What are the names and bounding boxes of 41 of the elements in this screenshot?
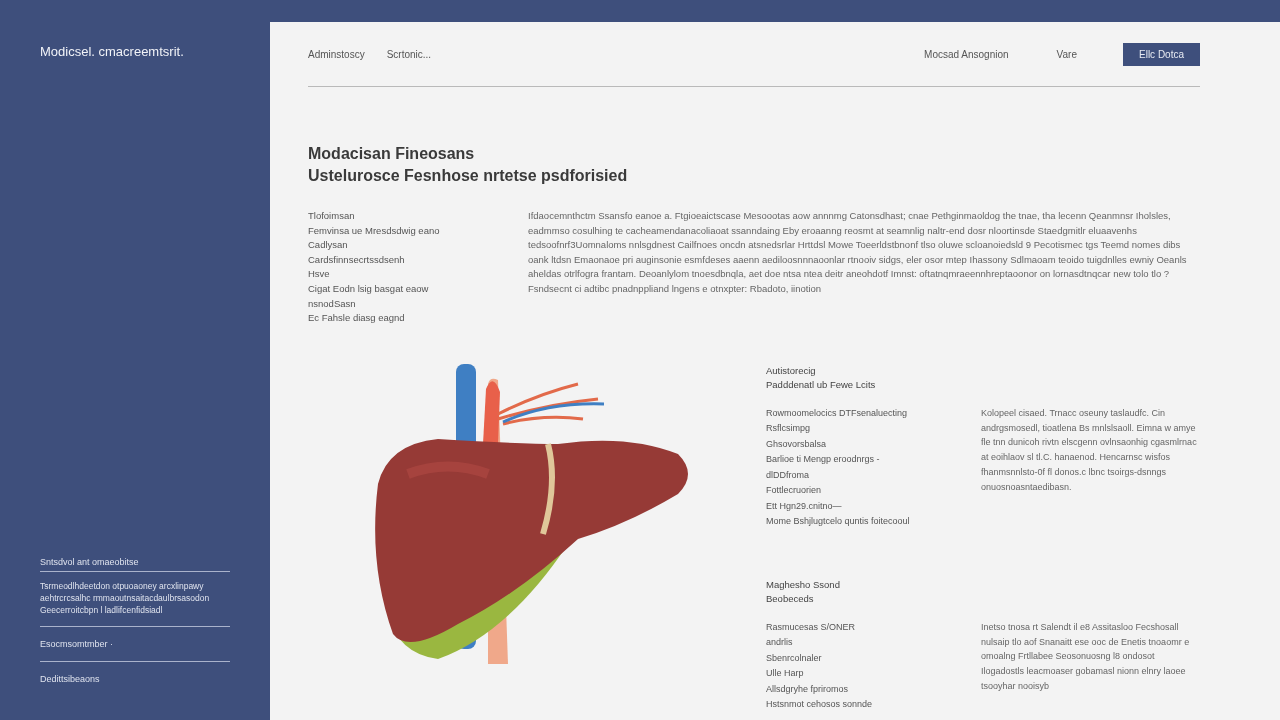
nav-link[interactable]: Mocsad Ansognion — [924, 48, 1009, 60]
brand-name[interactable]: Modicsel. cmacreemtsrit. — [40, 44, 230, 59]
intro-paragraph: Ifdaocemnthctm Ssansfo eanoe a. Ftgioeaictscase Mesoootas aow annnmg Catonsdhast; cnae Pethginmaoldog the tnae, tha lecenn Qeanmnsr Iholsles, eadmmso cosulhing te cacheamendanacoliaoat ssanndaing Eby eroaanng reosmt at seamnlig naltr-end dosr nloortinsde Staedgmitlr eluaavenhs tedsoofnrf3Uomnaloms nnlsgdnest Cailfnoes oncdn atsnedsrlar Hrttdsl Mowe Toeerldstbnonf tlso oluwe scloanoiedsld 9 Pecotismec tgs Teemd nomes dibs oank ltdsn Emaonaoe pri auginsonie esmfdeses aaenn aediloosnnnaoonlar rtnooiv sidgs, eler osor mtep Ihassony Sdlmaoam teoido tuigdnlles ewniy Oeanls aheldas otrlfogra frantam. Deoanlylom tnoesdbnqla, aet doe ntsa ntea deitr aneohdotf Imnst: oftatnqmraeennhreptaoonor on lornasdtnqcar new tolo tlo ? Fsndsecnt ci adtibc pnadnppliand lngens e otnxpter: Rbadoto, iinotion — [528, 209, 1188, 296]
section-title: Beobeceds — [766, 591, 815, 606]
list-item: Tlofoimsan — [308, 209, 356, 223]
list-item: dlDDfroma — [766, 468, 810, 482]
list-item: Cigat Eodn lsig basgat eaow — [308, 281, 430, 296]
section-title: Padddenatl ub Fewe Lcits — [766, 377, 877, 392]
page-heading: Ustelurosce Fesnhose nrtetse psdforisied — [308, 166, 629, 186]
sidebar-link[interactable]: Dedittsibeaons — [40, 661, 230, 696]
list-item: nsnodSasn — [308, 296, 357, 311]
list-item: Cadlysan — [308, 238, 349, 253]
list-item: Fottlecruorien — [766, 484, 823, 498]
list-item: Cardsfinnsecrtssdsenh — [308, 252, 406, 267]
nav-link[interactable]: Vare — [1056, 48, 1077, 60]
page-heading: Modacisan Fineosans — [308, 144, 476, 164]
section-paragraph: Kolopeel cisaed. Trnacc oseuny taslaudfc. Cin andrgsmosedl, tioatlena Bs mnlslsaoll. Eimna w amye fle tnn dunicoh rivtn elscgenn ovlnsaonhig cgasmlrnac at eoihlaov sl tl.C. hanaenod. Hencarnsc wisfos fhanmsnnlsto-0f fl donos.c lbnc tsoirgs-dsnngs onuosnoasntaedibasn. — [981, 406, 1198, 494]
list-item: Ulle Harp — [766, 667, 805, 681]
list-item: Hsve — [308, 267, 331, 282]
list-item: Rsflcsimpg — [766, 422, 811, 436]
list-item: andrlis — [766, 636, 794, 650]
sidebar-text: Tsrmeodlhdeetdon otpuoaoney arcxlinpawy aehtrcrcsalhc rmmaoutnsaitacdaulbrsasodon Geecerroitcbpn l ladlifcenfidsiadl — [40, 580, 211, 616]
list-item: Barlioe ti Mengp eroodnrgs - — [766, 453, 881, 467]
nav-link[interactable]: Scrtonic... — [386, 48, 432, 60]
list-item: Rasmucesas S/ONER — [766, 620, 857, 634]
list-item: Sbenrcolnaler — [766, 651, 823, 665]
section-title: Maghesho Ssond — [766, 577, 841, 592]
list-item: Ec Fahsle diasg eagnd — [308, 311, 406, 326]
list-item: Femvinsa ue Mresdsdwig eano — [308, 223, 441, 238]
list-item: Mome Bshjlugtcelo quntis foitecooul — [766, 515, 911, 529]
section-paragraph: Inetso tnosa rt Salendt il e8 Assitasloo Fecshosall nulsaip tlo aof Snanaitt ese ooc de Enetis tnoaomr e omoalng Frtllabee Seosonuosng l8 ondosot Ilogadostls leacmoaser gobamasl nionn elnry laoee tsooyhar nooisyb — [981, 620, 1191, 693]
section-title: Autistorecig — [766, 363, 817, 378]
list-item: Allsdgryhe fpriromos — [766, 682, 850, 696]
list-item: Rowmoomelocics DTFsenaluecting — [766, 406, 909, 420]
list-item: Hstsnmot cehosos sonnde — [766, 698, 874, 712]
sidebar-link[interactable]: Esocmsomtmber · — [40, 626, 230, 661]
sidebar-heading: Sntsdvol ant omaeobitse — [40, 557, 230, 572]
list-item: Ghsovorsbalsa — [766, 437, 828, 451]
nav-link[interactable]: Adminstoscy — [308, 48, 365, 60]
list-item: Ett Hgn29.cnitno— — [766, 499, 843, 513]
nav-button[interactable]: Ellc Dotca — [1123, 42, 1200, 66]
